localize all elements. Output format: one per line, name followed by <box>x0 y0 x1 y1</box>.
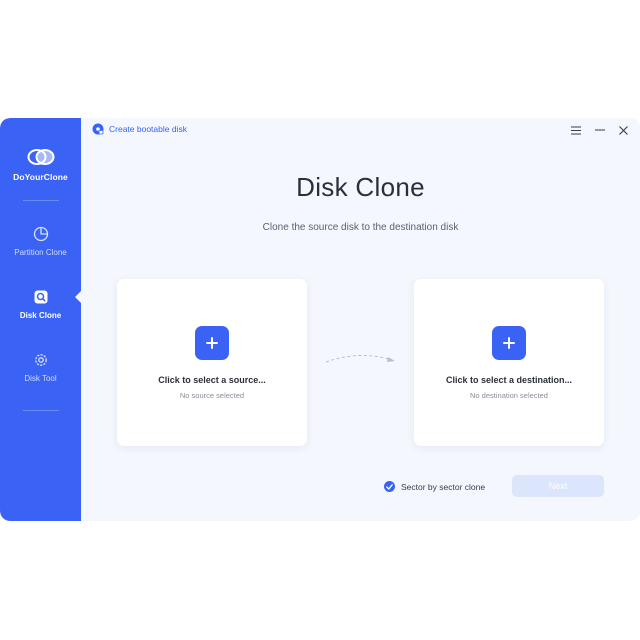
menu-icon <box>571 126 581 134</box>
logo-icon <box>27 149 54 165</box>
close-icon <box>618 125 628 135</box>
source-card-status: No source selected <box>179 391 245 400</box>
plus-icon <box>206 337 218 349</box>
pie-chart-icon <box>33 226 48 242</box>
source-card-title: Click to select a source... <box>158 375 266 385</box>
sidebar-item-disk-clone[interactable]: Disk Clone <box>0 289 81 320</box>
minimize-button[interactable] <box>593 123 607 137</box>
main-panel: Create bootable disk Disk Clone Clone th… <box>81 118 640 521</box>
page-title: Disk Clone <box>296 172 425 202</box>
check-icon <box>384 481 395 492</box>
sidebar-divider <box>23 200 59 201</box>
sidebar-item-label: Disk Clone <box>19 311 62 320</box>
sidebar-item-label: Disk Tool <box>24 374 57 383</box>
arrow-icon <box>325 354 395 363</box>
sidebar-item-label: Partition Clone <box>14 248 67 257</box>
source-disk-card[interactable]: Click to select a source... No source se… <box>117 279 307 446</box>
destination-card-status: No destination selected <box>470 391 548 400</box>
sidebar-item-partition-clone[interactable]: Partition Clone <box>0 226 81 257</box>
title-bar: Create bootable disk <box>81 118 640 142</box>
sector-clone-label: Sector by sector clone <box>401 481 486 492</box>
bootable-disk-label: Create bootable disk <box>109 124 187 134</box>
bootable-disk-icon <box>92 123 104 135</box>
destination-card-title: Click to select a destination... <box>445 375 573 385</box>
next-button[interactable]: Next <box>512 475 604 497</box>
sidebar-divider <box>23 410 59 411</box>
sector-clone-checkbox[interactable]: Sector by sector clone <box>384 481 485 492</box>
add-source-button[interactable] <box>195 326 229 360</box>
plus-icon <box>503 337 515 349</box>
app-window: DoYourClone Partition Clone Disk Clone D… <box>0 118 640 521</box>
add-destination-button[interactable] <box>492 326 526 360</box>
sidebar: DoYourClone Partition Clone Disk Clone D… <box>0 118 82 521</box>
menu-button[interactable] <box>569 123 583 137</box>
close-button[interactable] <box>616 123 630 137</box>
gear-icon <box>34 354 47 366</box>
app-name: DoYourClone <box>13 172 68 182</box>
disk-search-icon <box>34 290 47 304</box>
sidebar-item-disk-tool[interactable]: Disk Tool <box>0 352 81 383</box>
page-subtitle: Clone the source disk to the destination… <box>262 222 459 233</box>
create-bootable-disk-link[interactable]: Create bootable disk <box>92 123 187 135</box>
destination-disk-card[interactable]: Click to select a destination... No dest… <box>414 279 604 446</box>
minimize-icon <box>595 129 605 131</box>
app-logo: DoYourClone <box>0 148 81 182</box>
